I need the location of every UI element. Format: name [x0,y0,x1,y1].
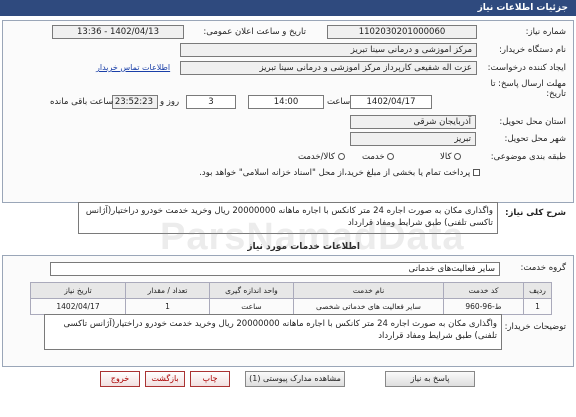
col-unit: واحد اندازه گیری [209,282,294,299]
row-code: ط-96-960 [443,298,524,315]
col-name: نام خدمت [293,282,444,299]
buyer-contact-link[interactable]: اطلاعات تماس خریدار [96,63,170,72]
category-option-service[interactable]: خدمت [362,152,395,162]
days-label: روز و [160,97,180,107]
remaining-label: ساعت باقی مانده [50,97,114,107]
summary-label: شرح کلی نیاز: [505,208,566,218]
payment-note-text: پرداخت تمام یا بخشی از مبلغ خرید،از محل … [199,168,471,178]
remaining-days-field: 3 [186,95,236,109]
table-row: 1 ط-96-960 سایر فعالیت های خدماتی شخصی س… [30,298,552,315]
col-code: کد خدمت [443,282,524,299]
view-docs-button[interactable]: مشاهده مدارک پیوستی (1) [245,371,345,387]
category-service-label: خدمت [362,152,385,162]
radio-service[interactable] [387,153,395,160]
reply-button[interactable]: پاسخ به نیاز [385,371,475,387]
col-qty: تعداد / مقدار [125,282,210,299]
page-header: جزئیات اطلاعات نیاز [0,0,576,16]
radio-goods[interactable] [454,153,462,160]
buyer-notes-label: توضیحات خریدار: [504,322,566,332]
service-group-field: سایر فعالیت‌های خدماتی [50,262,500,276]
services-table: ردیف کد خدمت نام خدمت واحد اندازه گیری ت… [30,282,552,315]
exit-button[interactable]: خروج [100,371,140,387]
row-index: 1 [523,298,552,315]
payment-checkbox[interactable] [473,169,480,176]
need-number-field: 1102030201000060 [327,25,477,39]
buyer-org-label: نام دستگاه خریدار: [499,45,566,55]
category-goods-service-label: کالا/خدمت [298,152,335,162]
deadline-date-field: 1402/04/17 [350,95,432,109]
remaining-time-field: 23:52:23 [112,95,158,109]
deadline-date-label: تاریخ: [546,89,566,99]
col-index: ردیف [523,282,552,299]
province-label: استان محل تحویل: [499,117,566,127]
province-field: آذربایجان شرقی [350,115,476,129]
category-label: طبقه بندی موضوعی: [490,152,566,162]
deadline-hour-label: ساعت [327,97,351,107]
category-option-goods[interactable]: کالا [440,152,462,162]
row-date: 1402/04/17 [30,298,126,315]
radio-goods-service[interactable] [337,153,345,160]
announce-datetime-label: تاریخ و ساعت اعلان عمومی: [203,27,306,37]
category-option-goods-service[interactable]: کالا/خدمت [298,152,345,162]
creator-label: ایجاد کننده درخواست: [487,63,566,73]
buyer-org-field: مرکز اموزشی و درمانی سینا تبریز [180,43,477,57]
creator-field: عزت اله شفیعی کارپرداز مرکز اموزشی و درم… [180,61,477,75]
print-button[interactable]: چاپ [190,371,230,387]
back-button[interactable]: بازگشت [145,371,185,387]
deadline-label: مهلت ارسال پاسخ: تا [490,79,566,89]
city-label: شهر محل تحویل: [504,134,566,144]
buyer-notes-field: واگذاری مکان به صورت اجاره 24 متر کانکس … [44,314,502,350]
deadline-time-field: 14:00 [248,95,324,109]
need-number-label: شماره نیاز: [525,27,566,37]
category-goods-label: کالا [440,152,452,162]
city-field: تبریز [350,132,476,146]
row-name: سایر فعالیت های خدماتی شخصی [293,298,444,315]
watermark: ParsNamadData [160,216,465,258]
row-unit: ساعت [209,298,294,315]
row-qty: 1 [125,298,210,315]
service-group-label: گروه خدمت: [520,263,566,273]
payment-note: پرداخت تمام یا بخشی از مبلغ خرید،از محل … [199,168,480,178]
col-date: تاریخ نیاز [30,282,126,299]
services-table-header: ردیف کد خدمت نام خدمت واحد اندازه گیری ت… [30,282,552,299]
announce-datetime-field: 1402/04/13 - 13:36 [52,25,184,39]
